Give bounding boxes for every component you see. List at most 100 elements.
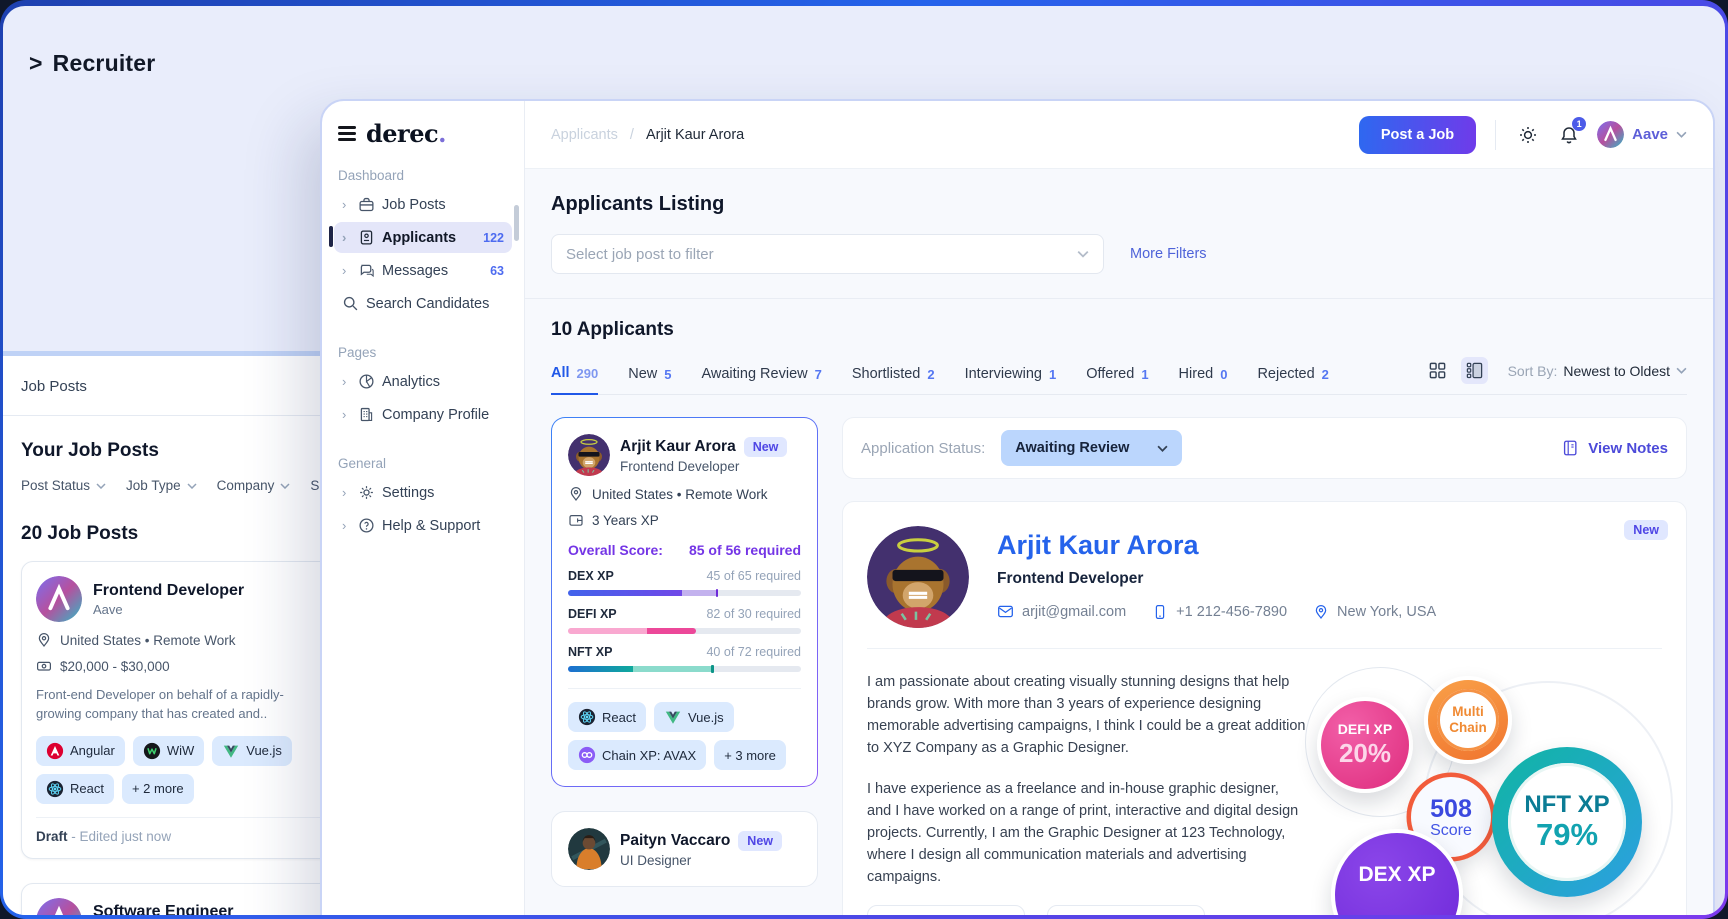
job-title: Software Engineer bbox=[93, 903, 233, 915]
tab-shortlisted[interactable]: Shortlisted2 bbox=[852, 365, 935, 395]
view-notes-button[interactable]: View Notes bbox=[1561, 439, 1668, 457]
sidebar-item-applicants[interactable]: › Applicants 122 bbox=[334, 222, 512, 253]
recruiter-dashboard-modal: derec. Dashboard › Job Posts › Applicant… bbox=[320, 99, 1715, 915]
chevron-right-icon: › bbox=[342, 230, 351, 245]
skill-tag-more[interactable]: + 2 more bbox=[122, 774, 194, 804]
divider bbox=[1495, 120, 1496, 150]
filter-post-status[interactable]: Post Status bbox=[21, 478, 106, 493]
applicants-count: 10 Applicants bbox=[551, 319, 1687, 341]
post-a-job-button[interactable]: Post a Job bbox=[1359, 116, 1476, 154]
breadcrumb-applicants[interactable]: Applicants bbox=[551, 127, 618, 143]
applicant-detail: Application Status: Awaiting Review View… bbox=[842, 417, 1687, 915]
chevron-right-icon: › bbox=[342, 197, 351, 212]
grid-view-icon bbox=[1428, 361, 1447, 380]
sidebar-item-messages[interactable]: › Messages 63 bbox=[334, 255, 512, 286]
filter-job-type[interactable]: Job Type bbox=[126, 478, 197, 493]
phone-icon bbox=[1152, 604, 1168, 620]
more-filters-link[interactable]: More Filters bbox=[1130, 246, 1207, 262]
messages-count-badge: 63 bbox=[490, 264, 504, 278]
tab-rejected[interactable]: Rejected2 bbox=[1257, 365, 1328, 395]
applicant-experience: 3 Years XP bbox=[592, 513, 659, 528]
tab-all[interactable]: All290 bbox=[551, 365, 598, 395]
chevron-down-icon bbox=[1676, 367, 1687, 374]
chevron-right-icon: › bbox=[342, 485, 351, 500]
page-title-prefix: > bbox=[29, 50, 43, 76]
breadcrumb-current: Arjit Kaur Arora bbox=[646, 127, 744, 143]
breadcrumb-separator: / bbox=[630, 127, 634, 143]
vue-icon bbox=[664, 708, 682, 726]
job-location: United States • Remote Work bbox=[60, 633, 236, 648]
menu-hamburger-icon[interactable] bbox=[338, 126, 356, 140]
job-description: Front-end Developer on behalf of a rapid… bbox=[36, 686, 321, 724]
applicant-phone[interactable]: +1 212-456-7890 bbox=[1152, 604, 1287, 620]
chevron-down-icon bbox=[96, 483, 106, 489]
notifications-button[interactable]: 1 bbox=[1556, 122, 1582, 148]
skill-tag-vuejs[interactable]: Vue.js bbox=[654, 702, 734, 732]
chevron-right-icon: › bbox=[342, 407, 351, 422]
applicant-name: Paityn Vaccaro bbox=[620, 832, 730, 850]
status-tabs: All290 New5 Awaiting Review7 Shortlisted… bbox=[551, 365, 1329, 394]
defi-progress-bar bbox=[568, 628, 801, 634]
nav-section-dashboard: Dashboard bbox=[338, 168, 508, 183]
applicant-card-paityn[interactable]: Paityn Vaccaro New UI Designer bbox=[551, 811, 818, 887]
chevron-down-icon bbox=[1157, 445, 1168, 452]
angular-icon bbox=[46, 742, 64, 760]
split-view-button[interactable] bbox=[1461, 357, 1488, 384]
defi-xp-score-badge: DEFI XP 20% bbox=[1317, 697, 1413, 793]
job-card-frontend-developer[interactable]: Frontend Developer Aave United States • … bbox=[21, 561, 321, 859]
application-status-select[interactable]: Awaiting Review bbox=[1001, 430, 1182, 466]
sidebar-item-analytics[interactable]: › Analytics bbox=[334, 366, 512, 397]
tab-awaiting-review[interactable]: Awaiting Review7 bbox=[701, 365, 821, 395]
your-job-posts-title: Your Job Posts bbox=[21, 440, 321, 462]
filter-company[interactable]: Company bbox=[217, 478, 291, 493]
vue-icon bbox=[222, 742, 240, 760]
sort-dropdown[interactable]: Sort By: Newest to Oldest bbox=[1508, 363, 1687, 379]
grid-view-button[interactable] bbox=[1424, 357, 1451, 384]
tab-hired[interactable]: Hired0 bbox=[1179, 365, 1228, 395]
chain-xp-avax-tag[interactable]: Chain XP: AVAX bbox=[568, 740, 706, 770]
gear-icon bbox=[358, 484, 375, 501]
sidebar-scrollbar[interactable] bbox=[514, 205, 519, 241]
job-posts-panel: Job Posts Your Job Posts Post Status Job… bbox=[3, 351, 321, 915]
skill-tag-react[interactable]: React bbox=[36, 774, 114, 804]
chevron-right-icon: › bbox=[342, 374, 351, 389]
notification-count-badge: 1 bbox=[1572, 117, 1586, 131]
mail-icon bbox=[997, 603, 1014, 620]
applicant-detail-name: Arjit Kaur Arora bbox=[997, 530, 1436, 561]
job-post-filter-select[interactable]: Select job post to filter bbox=[551, 234, 1104, 274]
applicant-role: Frontend Developer bbox=[620, 459, 787, 474]
chevron-down-icon bbox=[1676, 131, 1687, 138]
applicants-list: Arjit Kaur Arora New Frontend Developer … bbox=[551, 417, 818, 915]
xp-row-defi: DEFI XP 82 of 30 required bbox=[568, 607, 801, 634]
skill-tag-angular[interactable]: Angular bbox=[36, 736, 125, 766]
job-posts-filters: Post Status Job Type Company Skill bbox=[21, 478, 321, 493]
recruiter-page: >Recruiter Job Posts Your Job Posts Post… bbox=[3, 6, 1725, 915]
wiw-icon bbox=[143, 742, 161, 760]
theme-toggle-button[interactable] bbox=[1515, 122, 1541, 148]
sidebar-item-settings[interactable]: › Settings bbox=[334, 477, 512, 508]
pie-chart-icon bbox=[358, 373, 375, 390]
react-icon bbox=[46, 780, 64, 798]
applicant-location[interactable]: New York, USA bbox=[1313, 604, 1436, 620]
tab-interviewing[interactable]: Interviewing1 bbox=[965, 365, 1057, 395]
sidebar-item-job-posts[interactable]: › Job Posts bbox=[334, 189, 512, 220]
skill-tag-react[interactable]: React bbox=[568, 702, 646, 732]
applicant-email[interactable]: arjit@gmail.com bbox=[997, 603, 1126, 620]
multi-chain-badge: Multi Chain bbox=[1424, 676, 1512, 764]
skill-tag-wiw[interactable]: WiW bbox=[133, 736, 204, 766]
help-circle-icon bbox=[358, 517, 375, 534]
credential-chip[interactable] bbox=[1047, 905, 1205, 915]
sidebar-item-help-support[interactable]: › Help & Support bbox=[334, 510, 512, 541]
location-pin-icon bbox=[568, 486, 584, 502]
sidebar-item-company-profile[interactable]: › Company Profile bbox=[334, 399, 512, 430]
tab-offered[interactable]: Offered1 bbox=[1086, 365, 1148, 395]
job-card-software-engineer[interactable]: Software Engineer Aave bbox=[21, 883, 321, 915]
credential-chip[interactable] bbox=[867, 905, 1025, 915]
tab-new[interactable]: New5 bbox=[628, 365, 671, 395]
applicant-card-arjit[interactable]: Arjit Kaur Arora New Frontend Developer … bbox=[551, 417, 818, 787]
sort-value: Newest to Oldest bbox=[1563, 363, 1670, 379]
user-menu[interactable]: Aave bbox=[1597, 121, 1687, 148]
sidebar-item-search-candidates[interactable]: Search Candidates bbox=[334, 288, 512, 319]
skill-tag-vuejs[interactable]: Vue.js bbox=[212, 736, 292, 766]
skill-tag-more[interactable]: + 3 more bbox=[714, 740, 786, 770]
